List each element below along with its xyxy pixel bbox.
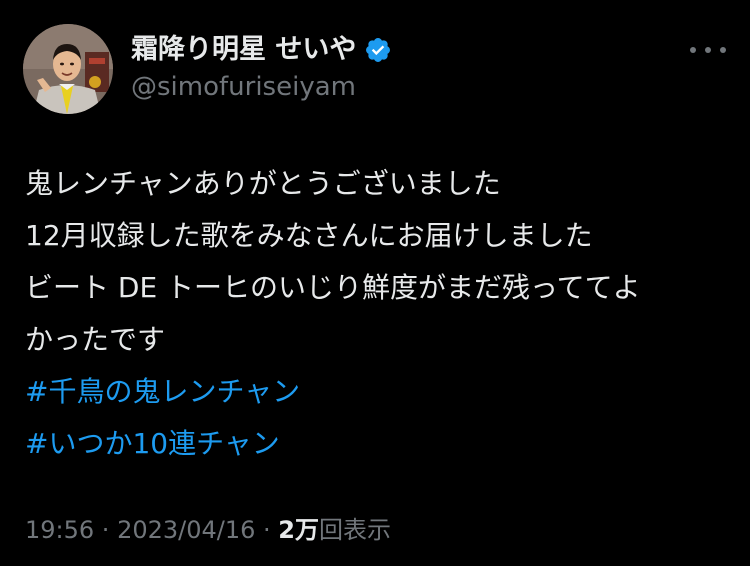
post-time[interactable]: 19:56 [25, 516, 94, 544]
display-name[interactable]: 霜降り明星 せいや [131, 33, 356, 67]
hashtag-link[interactable]: #千鳥の鬼レンチャン [25, 366, 725, 418]
hashtag-link[interactable]: #いつか10連チャン [25, 418, 725, 470]
profile-photo-icon [23, 24, 113, 114]
avatar[interactable] [23, 24, 113, 114]
dot [690, 47, 696, 53]
handle[interactable]: @simofuriseiyam [131, 71, 392, 103]
verified-badge-icon[interactable] [364, 36, 392, 64]
display-name-row: 霜降り明星 せいや [131, 33, 392, 67]
post-line: ビート DE トーヒのいじり鮮度がまだ残っててよ [25, 271, 641, 304]
post-date[interactable]: 2023/04/16 [117, 516, 255, 544]
post-line: かったです [25, 323, 166, 356]
meta-separator: · [255, 516, 279, 544]
post-line: 12月収録した歌をみなさんにお届けしました [25, 219, 593, 252]
views-count[interactable]: 2万 [278, 516, 319, 544]
meta-separator: · [94, 516, 118, 544]
post-meta: 19:56 · 2023/04/16 · 2万回表示 [25, 510, 391, 550]
author-block: 霜降り明星 せいや @simofuriseiyam [131, 33, 392, 103]
dot [705, 47, 711, 53]
post-text: 鬼レンチャンありがとうございました 12月収録した歌をみなさんにお届けしました … [25, 158, 725, 470]
dot [720, 47, 726, 53]
views-label: 回表示 [318, 516, 391, 544]
more-dots-icon[interactable] [690, 36, 726, 64]
post-line: 鬼レンチャンありがとうございました [25, 167, 501, 200]
tweet: 霜降り明星 せいや @simofuriseiyam 鬼レンチャンありがとうござい… [0, 0, 750, 566]
